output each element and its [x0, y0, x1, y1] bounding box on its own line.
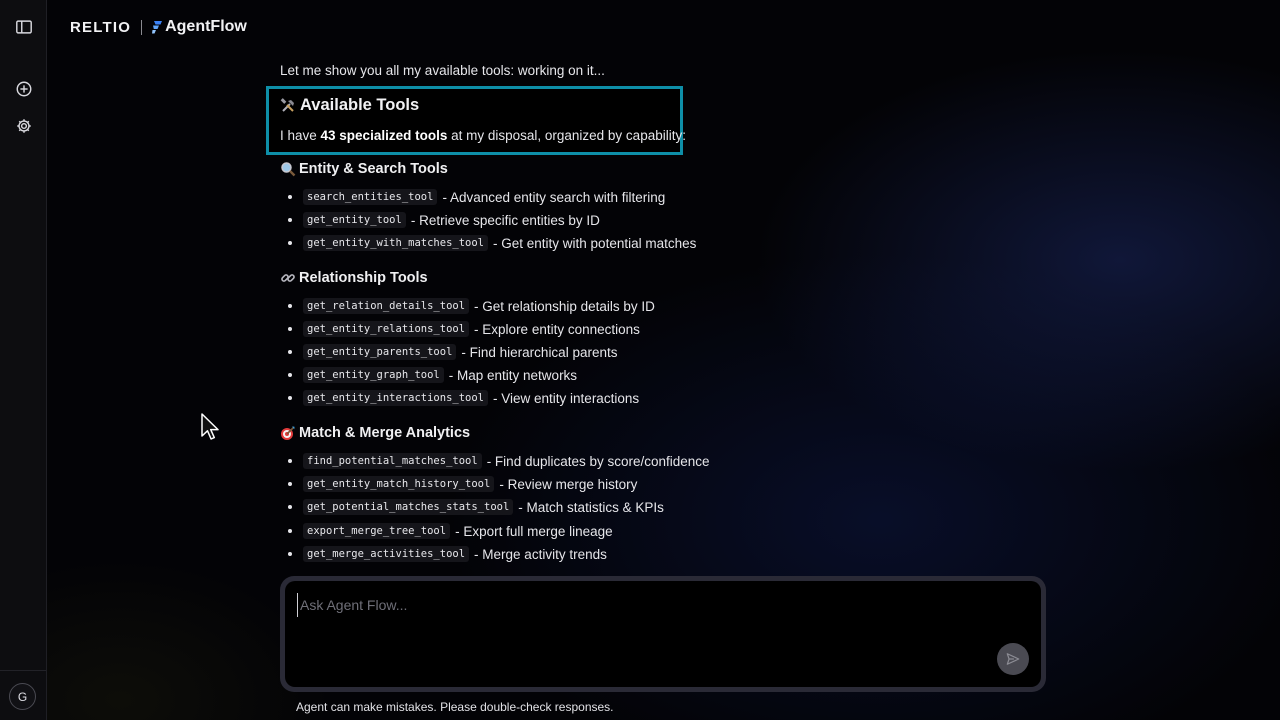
- section-title: Entity & Search Tools: [299, 161, 448, 177]
- tools-desc-suffix: at my disposal, organized by capability:: [447, 128, 686, 143]
- list-item: get_entity_with_matches_tool - Get entity…: [288, 235, 696, 251]
- sidebar-divider: [0, 670, 46, 671]
- tool-code: get_entity_with_matches_tool: [303, 235, 489, 251]
- list-item: get_potential_matches_stats_tool - Match …: [288, 499, 664, 515]
- section-entity-search: Entity & Search Tools: [280, 161, 448, 177]
- agentflow-logo-icon: [152, 21, 163, 34]
- list-item: get_entity_parents_tool - Find hierarchic…: [288, 344, 617, 360]
- tool-desc: - Review merge history: [499, 476, 638, 492]
- tool-code: get_entity_graph_tool: [303, 367, 444, 383]
- bullet: [288, 241, 292, 245]
- tool-desc: - Retrieve specific entities by ID: [410, 212, 600, 228]
- tool-code: get_entity_relations_tool: [303, 321, 470, 337]
- list-item: get_relation_details_tool - Get relations…: [288, 298, 655, 314]
- brand-separator: [141, 19, 143, 35]
- send-icon: [1006, 653, 1020, 665]
- bullet: [288, 396, 292, 400]
- bullet: [288, 482, 292, 486]
- gear-icon[interactable]: [12, 114, 35, 137]
- tool-code: get_entity_interactions_tool: [303, 390, 489, 406]
- tools-count: 43 specialized tools: [320, 128, 448, 143]
- list-item: get_entity_graph_tool - Map entity networ…: [288, 367, 577, 383]
- tool-desc: - Get relationship details by ID: [474, 298, 655, 314]
- tool-desc: - Get entity with potential matches: [493, 235, 697, 251]
- section-match-merge: Match & Merge Analytics: [280, 425, 470, 441]
- tool-desc: - Match statistics & KPIs: [518, 499, 664, 515]
- tools-desc-prefix: I have: [280, 128, 321, 143]
- tool-code: export_merge_tree_tool: [303, 523, 451, 539]
- section-relationship: Relationship Tools: [280, 270, 428, 286]
- chat-input-container: [280, 576, 1046, 692]
- bullet: [288, 552, 292, 556]
- tool-code: get_potential_matches_stats_tool: [303, 499, 514, 515]
- tool-code: get_entity_parents_tool: [303, 344, 457, 360]
- hammer-wrench-icon: [280, 97, 294, 112]
- list-item: get_entity_relations_tool - Explore entit…: [288, 321, 640, 337]
- brand-header: RELTIO AgentFlow: [70, 16, 247, 38]
- list-item: get_entity_tool - Retrieve specific entit…: [288, 212, 600, 228]
- tool-code: get_entity_tool: [303, 212, 406, 228]
- bullet: [288, 459, 292, 463]
- tool-desc: - Advanced entity search with filtering: [442, 189, 666, 205]
- tool-code: get_relation_details_tool: [303, 298, 470, 314]
- assistant-intro-text: Let me show you all my available tools: …: [280, 63, 605, 78]
- list-item: get_entity_match_history_tool - Review me…: [288, 476, 637, 492]
- mouse-cursor-icon: [201, 413, 219, 440]
- available-tools-heading: Available Tools: [280, 96, 419, 115]
- bullet: [288, 195, 292, 199]
- tool-code: search_entities_tool: [303, 189, 438, 205]
- tool-desc: - Merge activity trends: [474, 546, 607, 562]
- avatar-initial: G: [17, 689, 28, 704]
- bullet: [288, 304, 292, 308]
- bullet: [288, 505, 292, 509]
- section-title: Relationship Tools: [299, 270, 428, 286]
- list-item: find_potential_matches_tool - Find duplic…: [288, 453, 710, 469]
- bullet: [288, 218, 292, 222]
- list-item: get_merge_activities_tool - Merge activit…: [288, 546, 607, 562]
- list-item: search_entities_tool - Advanced entity se…: [288, 189, 665, 205]
- disclaimer-text: Agent can make mistakes. Please double-c…: [296, 700, 614, 714]
- tool-desc: - Find duplicates by score/confidence: [486, 453, 710, 469]
- tool-desc: - Export full merge lineage: [455, 523, 613, 539]
- list-item: get_entity_interactions_tool - View entit…: [288, 390, 639, 406]
- magnifier-icon: [281, 162, 296, 177]
- sidebar: G: [0, 0, 47, 720]
- section-title: Match & Merge Analytics: [299, 425, 471, 441]
- sidebar-toggle-icon[interactable]: [12, 15, 35, 38]
- target-icon: [281, 426, 295, 440]
- send-button[interactable]: [997, 643, 1029, 675]
- bullet: [288, 327, 292, 331]
- tool-code: get_merge_activities_tool: [303, 546, 470, 562]
- chat-input[interactable]: [297, 593, 997, 617]
- plus-circle-icon[interactable]: [12, 77, 35, 100]
- tools-description: I have 43 specialized tools at my dispos…: [280, 128, 686, 143]
- bullet: [288, 350, 292, 354]
- bullet: [288, 373, 292, 377]
- tool-code: find_potential_matches_tool: [303, 453, 482, 469]
- available-tools-title: Available Tools: [300, 96, 420, 114]
- avatar[interactable]: G: [9, 683, 36, 710]
- product-name: AgentFlow: [165, 18, 247, 35]
- chat-input-inner: [285, 581, 1041, 687]
- list-item: export_merge_tree_tool - Export full merg…: [288, 523, 613, 539]
- tool-code: get_entity_match_history_tool: [303, 476, 495, 492]
- company-logo-text: RELTIO: [70, 18, 132, 36]
- tool-desc: - Explore entity connections: [474, 321, 640, 337]
- link-icon: [281, 274, 295, 282]
- tool-desc: - View entity interactions: [493, 390, 640, 406]
- tool-desc: - Find hierarchical parents: [461, 344, 618, 360]
- bullet: [288, 529, 292, 533]
- tool-desc: - Map entity networks: [448, 367, 578, 383]
